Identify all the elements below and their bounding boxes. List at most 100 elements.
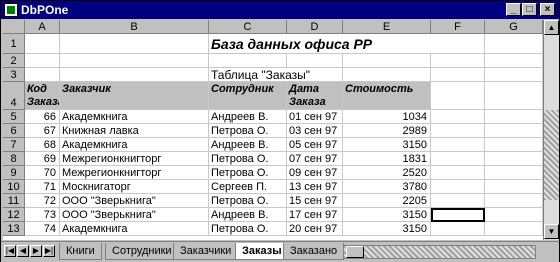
customer-cell[interactable]: ООО "Зверькнига" [60,194,209,208]
row-header-5[interactable]: 5 [3,110,25,124]
cell[interactable] [431,180,485,194]
cell[interactable] [485,152,543,166]
cell[interactable] [60,54,209,68]
cell[interactable] [485,82,543,110]
employee-cell[interactable]: Петрова О. [209,194,287,208]
cell[interactable] [485,68,543,82]
customer-cell[interactable]: Межрегионкнигторг [60,152,209,166]
code-cell[interactable]: 69 [25,152,60,166]
cell[interactable] [485,54,543,68]
column-header-b[interactable]: B [60,20,209,34]
column-title-employee[interactable]: Сотрудник [209,82,287,110]
scroll-down-arrow-icon[interactable]: ▼ [544,224,559,239]
scroll-thumb[interactable] [544,110,559,200]
code-cell[interactable]: 74 [25,222,60,236]
cell[interactable] [431,194,485,208]
row-header-9[interactable]: 9 [3,166,25,180]
code-cell[interactable]: 66 [25,110,60,124]
cell[interactable] [485,166,543,180]
select-all-corner[interactable] [3,20,25,34]
customer-cell[interactable]: Академкнига [60,138,209,152]
date-cell[interactable]: 07 сен 97 [287,152,343,166]
customer-cell[interactable]: Межрегионкнигторг [60,166,209,180]
cost-cell[interactable]: 1831 [343,152,431,166]
code-cell[interactable]: 72 [25,194,60,208]
cost-cell[interactable]: 2205 [343,194,431,208]
cell[interactable] [60,34,209,54]
employee-cell[interactable]: Петрова О. [209,222,287,236]
column-header-c[interactable]: C [209,20,287,34]
row-header-2[interactable]: 2 [3,54,25,68]
first-sheet-icon[interactable]: |◀ [4,245,16,257]
date-cell[interactable]: 15 сен 97 [287,194,343,208]
employee-cell[interactable]: Петрова О. [209,124,287,138]
column-title-date[interactable]: Дата Заказа [287,82,343,110]
cell[interactable] [431,138,485,152]
cell[interactable] [25,68,60,82]
code-cell[interactable]: 67 [25,124,60,138]
sheet-tab[interactable]: Сотрудники [105,243,179,260]
cost-cell[interactable]: 2520 [343,166,431,180]
date-cell[interactable]: 13 сен 97 [287,180,343,194]
cell[interactable] [431,110,485,124]
column-header-d[interactable]: D [287,20,343,34]
date-cell[interactable]: 09 сен 97 [287,166,343,180]
cell[interactable] [209,54,287,68]
sheet-tab[interactable]: Заказы [235,243,289,260]
cell[interactable] [485,222,543,236]
cell[interactable] [431,68,485,82]
column-title-code[interactable]: Код Заказа [25,82,60,110]
close-button[interactable]: × [540,3,555,16]
spreadsheet-grid[interactable]: A B C D E F G 1 2 3 4 5 6 7 8 9 10 11 12 13 База данных офис… [3,20,543,240]
row-header-8[interactable]: 8 [3,152,25,166]
cell[interactable] [25,34,60,54]
cell[interactable] [431,152,485,166]
employee-cell[interactable]: Петрова О. [209,152,287,166]
maximize-button[interactable]: □ [522,3,537,16]
column-header-a[interactable]: A [25,20,60,34]
date-cell[interactable]: 20 сен 97 [287,222,343,236]
cell[interactable] [431,124,485,138]
cell[interactable] [343,54,431,68]
cell[interactable] [485,34,543,54]
cell[interactable] [343,68,431,82]
cell[interactable] [485,194,543,208]
employee-cell[interactable]: Петрова О. [209,166,287,180]
sheet-title-cell[interactable]: База данных офиса PP [209,34,431,54]
customer-cell[interactable]: ООО "Зверькнига" [60,208,209,222]
cell[interactable] [485,110,543,124]
last-sheet-icon[interactable]: ▶| [43,245,55,257]
customer-cell[interactable]: Москнигаторг [60,180,209,194]
horizontal-scrollbar[interactable] [331,245,536,259]
date-cell[interactable]: 17 сен 97 [287,208,343,222]
cell[interactable] [431,54,485,68]
employee-cell[interactable]: Андреев В. [209,110,287,124]
cell[interactable] [431,34,485,54]
row-header-13[interactable]: 13 [3,222,25,236]
cell[interactable] [287,54,343,68]
date-cell[interactable]: 03 сен 97 [287,124,343,138]
cost-cell[interactable]: 3150 [343,208,431,222]
cost-cell[interactable]: 1034 [343,110,431,124]
cell[interactable] [25,54,60,68]
table-title-cell[interactable]: Таблица "Заказы" [209,68,343,82]
horizontal-scroll-thumb[interactable] [346,246,364,258]
cost-cell[interactable]: 3780 [343,180,431,194]
column-header-e[interactable]: E [343,20,431,34]
cell[interactable] [431,222,485,236]
column-title-cost[interactable]: Стоимость [343,82,431,110]
active-cell-selection[interactable] [431,208,485,222]
cell[interactable] [485,180,543,194]
code-cell[interactable]: 71 [25,180,60,194]
code-cell[interactable]: 70 [25,166,60,180]
column-title-customer[interactable]: Заказчик [60,82,209,110]
cell[interactable] [431,82,485,110]
cell[interactable] [485,138,543,152]
sheet-tab[interactable]: Заказчики [173,243,239,260]
row-header-4[interactable]: 4 [3,82,25,110]
row-header-7[interactable]: 7 [3,138,25,152]
employee-cell[interactable]: Андреев В. [209,208,287,222]
cell[interactable] [485,124,543,138]
cost-cell[interactable]: 3150 [343,222,431,236]
cell[interactable] [60,68,209,82]
